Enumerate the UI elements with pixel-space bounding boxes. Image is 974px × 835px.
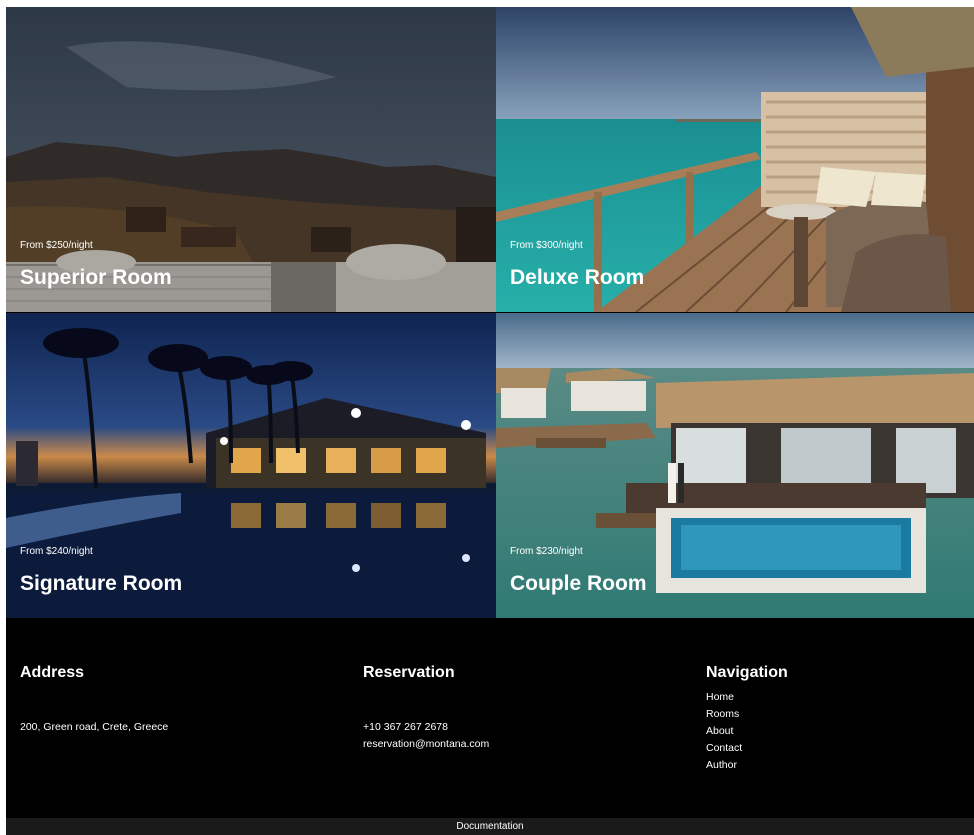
page: From $250/night Superior Room From $300/… xyxy=(6,7,974,835)
address-line: 200, Green road, Crete, Greece xyxy=(20,721,169,733)
nav-link-rooms[interactable]: Rooms xyxy=(706,708,739,720)
nav-link-author[interactable]: Author xyxy=(706,759,737,771)
footer: Address 200, Green road, Crete, Greece R… xyxy=(6,618,974,818)
room-price: From $300/night xyxy=(510,240,583,251)
room-name: Superior Room xyxy=(20,266,172,289)
nav-link-contact[interactable]: Contact xyxy=(706,742,742,754)
room-name: Deluxe Room xyxy=(510,266,645,289)
room-price: From $230/night xyxy=(510,546,583,557)
reservation-email: reservation@montana.com xyxy=(363,738,490,750)
bottom-bar: Documentation xyxy=(6,818,974,835)
nav-link-home[interactable]: Home xyxy=(706,691,734,703)
room-card-couple[interactable]: From $230/night Couple Room xyxy=(496,313,974,618)
address-heading: Address xyxy=(20,664,85,681)
room-card-superior[interactable]: From $250/night Superior Room xyxy=(6,7,496,312)
reservation-heading: Reservation xyxy=(363,664,455,681)
room-name: Couple Room xyxy=(510,572,647,595)
documentation-link[interactable]: Documentation xyxy=(6,821,974,832)
reservation-phone: +10 367 267 2678 xyxy=(363,721,448,733)
room-card-signature[interactable]: From $240/night Signature Room xyxy=(6,313,496,618)
room-name: Signature Room xyxy=(20,572,183,595)
rooms-grid: From $250/night Superior Room From $300/… xyxy=(6,7,974,618)
room-card-deluxe[interactable]: From $300/night Deluxe Room xyxy=(496,7,974,312)
room-price: From $250/night xyxy=(20,240,93,251)
nav-link-about[interactable]: About xyxy=(706,725,733,737)
room-price: From $240/night xyxy=(20,546,93,557)
navigation-heading: Navigation xyxy=(706,664,788,681)
